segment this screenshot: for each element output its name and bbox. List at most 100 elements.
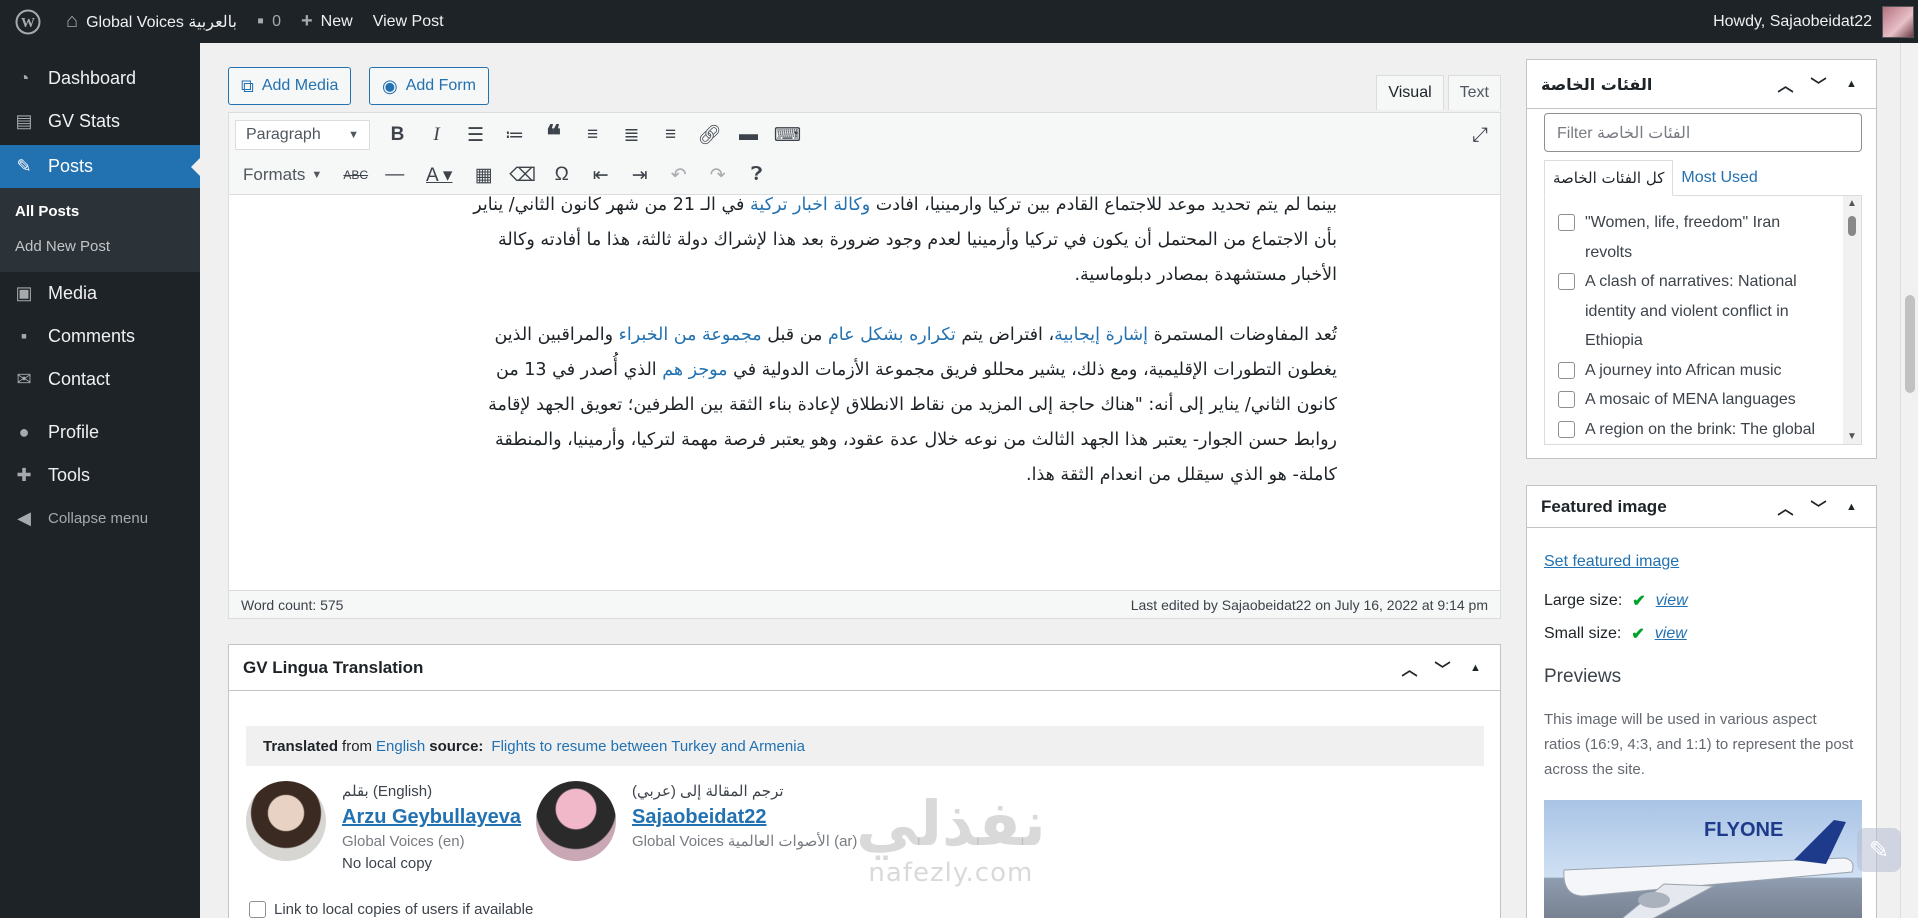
wordpress-logo-icon[interactable]: W xyxy=(0,0,56,43)
menu-posts[interactable]: ✎ Posts xyxy=(0,145,200,188)
fullscreen-icon[interactable]: ⤢ xyxy=(1472,124,1488,147)
bold-button[interactable]: B xyxy=(378,118,417,152)
formats-dropdown[interactable]: Formats ▼ xyxy=(235,165,330,185)
category-checkbox[interactable] xyxy=(1558,420,1575,438)
toggle-panel-icon[interactable]: ▲ xyxy=(1835,78,1868,90)
redo-icon[interactable]: ↷ xyxy=(698,158,737,192)
toolbar-toggle-icon[interactable]: ⌨ xyxy=(768,118,807,152)
chevron-down-icon[interactable]: ﹀ xyxy=(1426,656,1459,680)
inline-link[interactable]: تكراره بشكل عام xyxy=(828,325,956,345)
inline-link[interactable]: مجموعة من الخبراء xyxy=(619,325,762,345)
chevron-up-icon[interactable]: ︿ xyxy=(1769,72,1802,96)
chevron-down-icon[interactable]: ﹀ xyxy=(1802,495,1835,519)
category-item[interactable]: A journey into African music xyxy=(1545,356,1830,386)
toggle-panel-icon[interactable]: ▲ xyxy=(1835,501,1868,513)
tab-visual[interactable]: Visual xyxy=(1376,75,1444,110)
toggle-panel-icon[interactable]: ▲ xyxy=(1459,662,1492,674)
collapse-menu-label: Collapse menu xyxy=(48,510,149,527)
chevron-up-icon[interactable]: ︿ xyxy=(1393,656,1426,680)
add-media-button[interactable]: ⧉ Add Media xyxy=(228,67,352,105)
inline-link[interactable]: وكالة أخبار تركية xyxy=(750,196,870,215)
tab-all-categories[interactable]: كل الفئات الخاصة xyxy=(1544,160,1674,196)
category-checkbox[interactable] xyxy=(1558,273,1575,290)
category-checkbox[interactable] xyxy=(1558,214,1575,231)
blockquote-icon[interactable]: ❝ xyxy=(534,118,573,152)
text-color-icon[interactable]: A ▾ xyxy=(414,158,464,192)
scroll-down-icon[interactable]: ▼ xyxy=(1847,431,1857,442)
category-label: "Women, life, freedom" Iran revolts xyxy=(1585,214,1781,261)
menu-gv-stats[interactable]: ▤ GV Stats xyxy=(0,100,200,143)
page-scroll-thumb[interactable] xyxy=(1905,295,1915,393)
category-item[interactable]: A mosaic of MENA languages xyxy=(1545,385,1830,415)
outdent-icon[interactable]: ⇤ xyxy=(581,158,620,192)
category-filter-input[interactable]: Filter الفئات الخاصة xyxy=(1544,113,1862,152)
howdy-user[interactable]: Howdy, Sajaobeidat22 xyxy=(1713,13,1872,31)
special-character-icon[interactable]: Ω xyxy=(542,158,581,192)
bullet-list-icon[interactable]: ☰ xyxy=(456,118,495,152)
italic-button[interactable]: I xyxy=(417,118,456,152)
category-item[interactable]: A region on the brink: The global xyxy=(1545,415,1830,445)
view-post-link[interactable]: View Post xyxy=(363,0,454,43)
translator-name-link[interactable]: Sajaobeidat22 xyxy=(632,803,857,831)
user-avatar[interactable] xyxy=(1882,5,1914,38)
help-icon[interactable]: ❓︎ xyxy=(737,158,776,192)
link-local-checkbox[interactable] xyxy=(249,901,266,918)
category-scrollbar[interactable]: ▲ ▼ xyxy=(1843,196,1861,444)
collapse-menu-button[interactable]: ◀ Collapse menu xyxy=(0,497,200,540)
source-title-link[interactable]: Flights to resume between Turkey and Arm… xyxy=(491,738,805,755)
horizontal-line-icon[interactable]: — xyxy=(375,158,414,192)
comments-link[interactable]: ▪ 0 xyxy=(247,0,291,43)
align-left-icon[interactable]: ≡ xyxy=(573,118,612,152)
category-item[interactable]: "Women, life, freedom" Iran revolts xyxy=(1545,208,1830,267)
add-form-button[interactable]: ◉ Add Form xyxy=(369,67,489,105)
small-view-link[interactable]: view xyxy=(1655,625,1687,643)
category-item[interactable]: A clash of narratives: National identity… xyxy=(1545,267,1830,356)
small-size-row: Small size: ✔ view xyxy=(1544,624,1687,644)
strikethrough-icon[interactable]: ABC xyxy=(336,158,375,192)
set-featured-image-link[interactable]: Set featured image xyxy=(1544,553,1679,571)
menu-dashboard[interactable]: ◔ Dashboard xyxy=(0,57,200,100)
inline-link[interactable]: إشارة إيجابية xyxy=(1054,325,1148,345)
align-center-icon[interactable]: ≣ xyxy=(612,118,651,152)
undo-icon[interactable]: ↶ xyxy=(659,158,698,192)
scroll-thumb[interactable] xyxy=(1848,216,1856,236)
site-name-link[interactable]: ⌂ Global Voices بالعربية xyxy=(56,0,247,43)
new-content-link[interactable]: + New xyxy=(291,0,363,43)
author-name-link[interactable]: Arzu Geybullayeva xyxy=(342,803,521,831)
align-right-icon[interactable]: ≡ xyxy=(651,118,690,152)
featured-image-preview[interactable]: FLYONE xyxy=(1544,800,1862,918)
tab-most-used[interactable]: Most Used xyxy=(1673,160,1765,196)
category-checkbox[interactable] xyxy=(1558,391,1575,408)
submenu-add-new-post[interactable]: Add New Post xyxy=(0,229,200,264)
source-label: source: xyxy=(429,737,484,755)
clear-formatting-icon[interactable]: ⌫ xyxy=(503,158,542,192)
submenu-all-posts[interactable]: All Posts xyxy=(0,194,200,229)
menu-media[interactable]: ▣ Media xyxy=(0,272,200,315)
menu-tools[interactable]: ✚ Tools xyxy=(0,454,200,497)
wrench-icon: ✚ xyxy=(16,465,32,485)
scroll-up-icon[interactable]: ▲ xyxy=(1847,198,1857,209)
indent-icon[interactable]: ⇥ xyxy=(620,158,659,192)
editor-content[interactable]: بينما لم يتم تحديد موعد للاجتماع القادم … xyxy=(229,196,1500,574)
link-local-copies-option[interactable]: Link to local copies of users if availab… xyxy=(249,901,533,918)
inline-link[interactable]: موجز هم xyxy=(662,360,727,380)
numbered-list-icon[interactable]: ≔ xyxy=(495,118,534,152)
paragraph-format-select[interactable]: Paragraph ▼ xyxy=(235,120,370,150)
paragraph-line: بينما لم يتم تحديد موعد للاجتماع القادم … xyxy=(399,196,1337,223)
insert-link-icon[interactable]: 🔗︎ xyxy=(690,118,729,152)
plus-icon: + xyxy=(300,10,313,32)
chevron-down-icon[interactable]: ﹀ xyxy=(1802,72,1835,96)
chevron-up-icon[interactable]: ︿ xyxy=(1769,495,1802,519)
large-view-link[interactable]: view xyxy=(1656,592,1688,610)
menu-comments[interactable]: ▪ Comments xyxy=(0,315,200,358)
read-more-icon[interactable]: ▬ xyxy=(729,118,768,152)
floating-widget-icon[interactable]: ✎ xyxy=(1857,828,1901,872)
menu-contact-label: Contact xyxy=(48,369,111,389)
menu-contact[interactable]: ✉ Contact xyxy=(0,358,200,401)
menu-profile[interactable]: ● Profile xyxy=(0,411,200,454)
page-scrollbar[interactable] xyxy=(1900,43,1918,918)
tab-text[interactable]: Text xyxy=(1447,75,1501,110)
from-language-link[interactable]: English xyxy=(376,738,425,755)
category-checkbox[interactable] xyxy=(1558,361,1575,379)
paste-text-icon[interactable]: ▦ xyxy=(464,158,503,192)
